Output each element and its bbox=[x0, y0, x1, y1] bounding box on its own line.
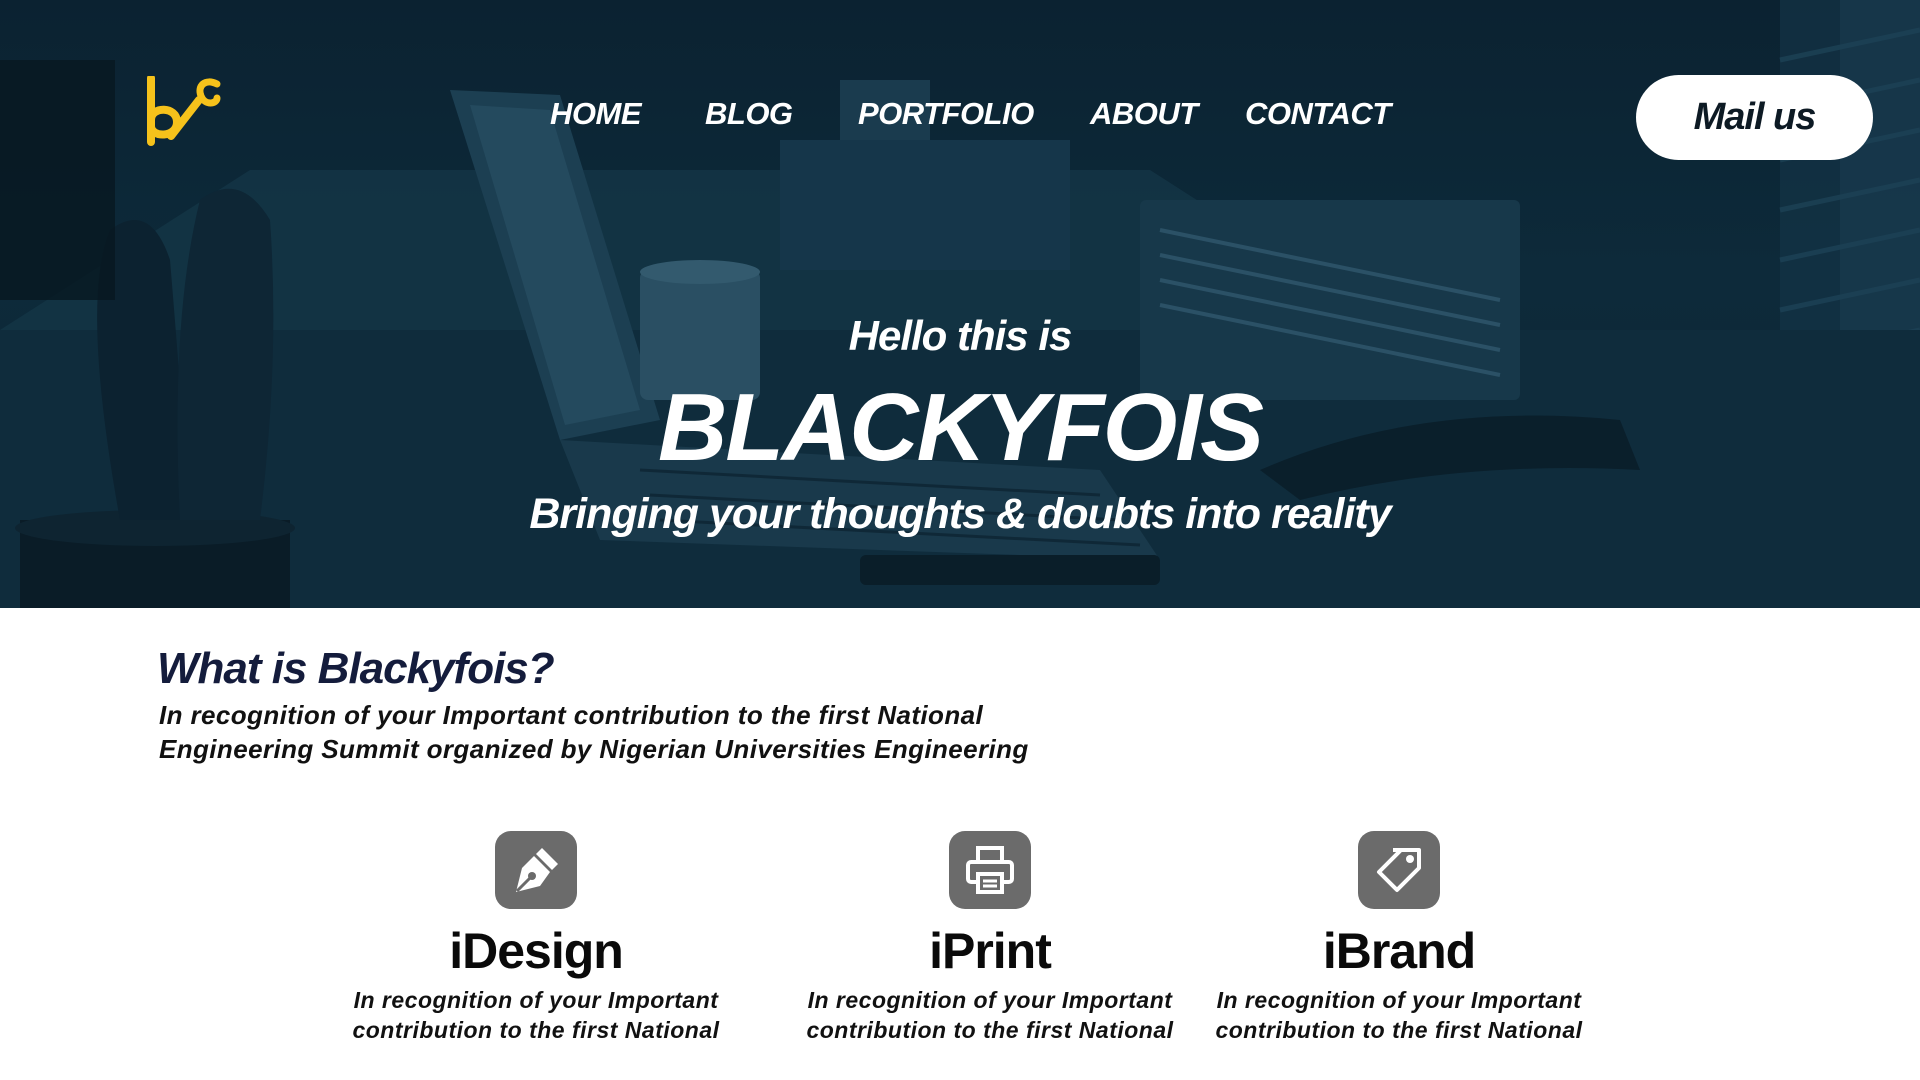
service-description: In recognition of your Important contrib… bbox=[780, 985, 1200, 1045]
nav-contact[interactable]: CONTACT bbox=[1245, 96, 1391, 132]
service-card-ibrand[interactable]: iBrand In recognition of your Important … bbox=[1189, 831, 1609, 1045]
hero-banner: HOME BLOG PORTFOLIO ABOUT CONTACT Mail u… bbox=[0, 0, 1920, 608]
service-description: In recognition of your Important contrib… bbox=[326, 985, 746, 1045]
pen-nib-icon bbox=[495, 831, 577, 909]
service-line: contribution to the first National bbox=[352, 1017, 720, 1043]
service-line: In recognition of your Important bbox=[807, 987, 1173, 1013]
bf-monogram-logo[interactable] bbox=[147, 76, 223, 146]
service-title: iBrand bbox=[1322, 923, 1476, 979]
service-line: In recognition of your Important bbox=[1216, 987, 1582, 1013]
about-heading: What is Blackyfois? bbox=[157, 644, 555, 693]
service-title: iPrint bbox=[929, 923, 1052, 979]
service-line: In recognition of your Important bbox=[353, 987, 719, 1013]
about-description: In recognition of your Important contrib… bbox=[159, 698, 1139, 766]
service-description: In recognition of your Important contrib… bbox=[1189, 985, 1609, 1045]
about-line: Engineering Summit organized by Nigerian… bbox=[159, 734, 1029, 764]
service-line: contribution to the first National bbox=[1215, 1017, 1583, 1043]
nav-about[interactable]: ABOUT bbox=[1090, 96, 1198, 132]
service-title: iDesign bbox=[449, 923, 624, 979]
service-card-idesign[interactable]: iDesign In recognition of your Important… bbox=[326, 831, 746, 1045]
hero-tagline: Bringing your thoughts & doubts into rea… bbox=[529, 490, 1391, 538]
hero-brand-name: BLACKYFOIS bbox=[658, 374, 1264, 481]
nav-portfolio[interactable]: PORTFOLIO bbox=[858, 96, 1034, 132]
service-line: contribution to the first National bbox=[806, 1017, 1174, 1043]
nav-home[interactable]: HOME bbox=[550, 96, 642, 132]
nav-blog[interactable]: BLOG bbox=[705, 96, 793, 132]
printer-icon bbox=[949, 831, 1031, 909]
price-tag-icon bbox=[1358, 831, 1440, 909]
service-card-iprint[interactable]: iPrint In recognition of your Important … bbox=[780, 831, 1200, 1045]
hero-greeting: Hello this is bbox=[848, 312, 1073, 359]
mail-us-button[interactable]: Mail us bbox=[1636, 75, 1873, 160]
about-line: In recognition of your Important contrib… bbox=[159, 700, 984, 730]
